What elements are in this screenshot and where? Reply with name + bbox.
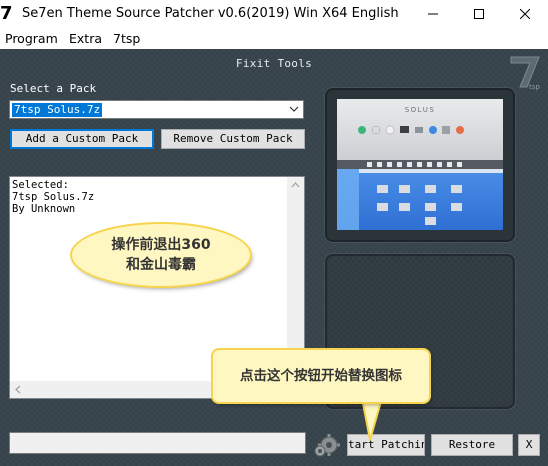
chevron-down-icon: [289, 106, 299, 112]
minimize-button[interactable]: [410, 0, 456, 29]
svg-text:tsp: tsp: [529, 83, 540, 91]
theme-preview-graphic: [337, 99, 503, 230]
info-line-3: By Unknown: [12, 203, 76, 215]
minimize-icon: [428, 13, 438, 15]
title-bar: 7 Se7en Theme Source Patcher v0.6(2019) …: [0, 0, 548, 29]
status-field: [9, 432, 306, 454]
maximize-button[interactable]: [456, 0, 502, 29]
7tsp-logo: tsp: [510, 56, 540, 91]
remove-custom-pack-button[interactable]: Remove Custom Pack: [161, 129, 305, 149]
warning-callout-line-2: 和金山毒霸: [126, 257, 196, 273]
menu-bar: Program Extra 7tsp: [0, 29, 548, 49]
scroll-up-icon[interactable]: [287, 177, 304, 194]
warning-callout: 操作前退出360 和金山毒霸: [72, 224, 250, 286]
info-line-1: Selected:: [12, 179, 69, 191]
gear-icon[interactable]: [313, 431, 341, 457]
pack-info-text: Selected: 7tsp Solus.7z By Unknown: [12, 179, 94, 215]
menu-extra[interactable]: Extra: [69, 31, 102, 46]
instruction-callout: 点击这个按钮开始替换图标: [213, 350, 429, 402]
callout-pointer: [361, 398, 385, 441]
exit-button[interactable]: X: [518, 434, 540, 456]
close-icon: [520, 9, 530, 19]
window-title: Se7en Theme Source Patcher v0.6(2019) Wi…: [22, 6, 399, 21]
theme-preview-image: SOLUS: [337, 99, 503, 230]
select-pack-label: Select a Pack: [10, 82, 97, 95]
warning-callout-line-1: 操作前退出360: [111, 237, 211, 253]
menu-7tsp[interactable]: 7tsp: [113, 31, 140, 46]
theme-preview-frame: SOLUS: [325, 88, 515, 242]
fixit-tools-link[interactable]: Fixit Tools: [0, 57, 548, 70]
preview-brand-text: SOLUS: [404, 106, 436, 114]
menu-program[interactable]: Program: [5, 31, 58, 46]
pack-select-value: 7tsp Solus.7z: [12, 103, 103, 117]
maximize-icon: [474, 9, 484, 19]
app-icon: 7: [0, 3, 13, 24]
pack-select[interactable]: 7tsp Solus.7z: [9, 100, 304, 119]
restore-button[interactable]: Restore: [431, 434, 513, 456]
add-custom-pack-button[interactable]: Add a Custom Pack: [10, 129, 154, 149]
info-line-2: 7tsp Solus.7z: [12, 191, 95, 203]
scroll-left-icon[interactable]: [10, 381, 27, 398]
close-window-button[interactable]: [502, 0, 548, 29]
